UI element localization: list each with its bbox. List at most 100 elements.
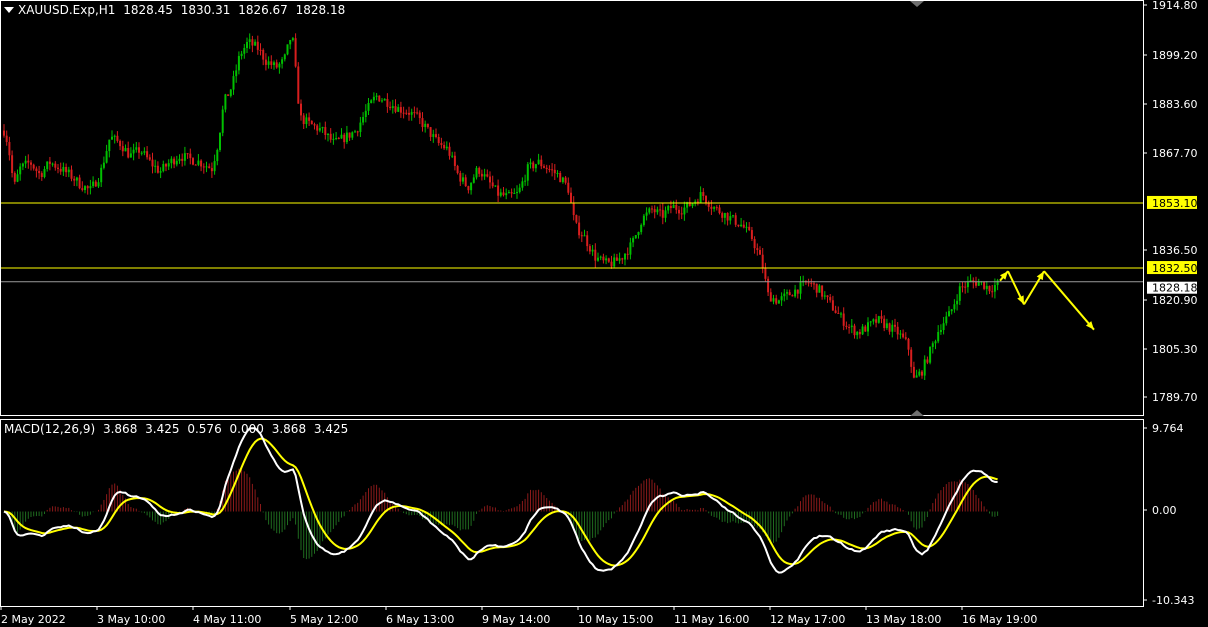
candle-body xyxy=(529,162,532,165)
candle-body xyxy=(24,160,27,164)
candle-body xyxy=(235,70,238,77)
candle-body xyxy=(710,206,713,209)
candle-body xyxy=(653,209,656,213)
candle-body xyxy=(556,172,559,174)
macd-value-4: 0.000 xyxy=(229,422,264,436)
candle-body xyxy=(283,54,286,60)
candle-body xyxy=(745,226,748,228)
candle-body xyxy=(259,49,262,51)
candle-body xyxy=(578,222,581,236)
candle-body xyxy=(297,66,300,104)
candle-body xyxy=(651,208,653,210)
candle-body xyxy=(16,174,19,182)
candle-body xyxy=(767,278,770,293)
time-label: 10 May 15:00 xyxy=(578,613,653,626)
candle-body xyxy=(699,192,702,203)
candle-body xyxy=(13,173,16,182)
candle-body xyxy=(796,289,799,294)
level-price-label-2: 1832.50 xyxy=(1152,262,1198,275)
candle-body xyxy=(356,131,359,133)
candle-body xyxy=(858,331,861,335)
candle-body xyxy=(435,134,437,137)
shift-marker-bottom xyxy=(910,410,924,416)
candle-body xyxy=(637,232,640,236)
candle-body xyxy=(305,117,308,125)
candle-body xyxy=(726,213,729,221)
candle-body xyxy=(318,128,321,131)
candle-body xyxy=(956,300,959,305)
candle-body xyxy=(192,158,194,165)
candle-body xyxy=(713,207,716,209)
candle-body xyxy=(645,212,648,216)
candle-body xyxy=(497,185,500,196)
price-info: XAUUSD.Exp,H1 1828.45 1830.31 1826.67 18… xyxy=(18,3,349,17)
candle-body xyxy=(121,146,124,152)
candle-body xyxy=(51,163,54,165)
candle-body xyxy=(270,61,273,65)
candle-body xyxy=(540,159,543,167)
candle-body xyxy=(553,169,556,174)
forecast-layer xyxy=(999,270,1095,331)
candle-body xyxy=(788,292,791,296)
candle-body xyxy=(151,159,154,167)
candle-body xyxy=(148,157,151,160)
candle-body xyxy=(86,186,89,189)
candle-body xyxy=(899,333,902,335)
candle-body xyxy=(399,107,402,113)
candle-body xyxy=(799,282,802,294)
price-panel-border xyxy=(0,0,1144,416)
candle-body xyxy=(732,215,734,217)
macd-value-5: 3.868 xyxy=(271,422,307,436)
candle-body xyxy=(216,149,219,162)
candle-body xyxy=(175,160,178,165)
candle-body xyxy=(300,103,302,116)
trading-chart[interactable]: 1914.80 1899.20 1883.60 1867.70 1836.50 1820.… xyxy=(0,0,1208,627)
candle-body xyxy=(864,326,867,332)
candle-body xyxy=(275,62,278,68)
candle-body xyxy=(329,133,332,140)
candle-body xyxy=(966,281,969,288)
candle-body xyxy=(443,144,446,149)
candle-body xyxy=(89,186,92,189)
candle-body xyxy=(3,130,5,136)
price-label: 1805.30 xyxy=(1152,343,1198,356)
symbol-menu-icon[interactable] xyxy=(4,7,14,13)
candle-body xyxy=(38,170,41,174)
price-axis: 1914.80 1899.20 1883.60 1867.70 1836.50 1820.… xyxy=(1143,0,1198,607)
candle-body xyxy=(429,127,432,137)
candle-body xyxy=(813,283,815,285)
candle-body xyxy=(227,94,230,96)
time-label: 11 May 16:00 xyxy=(674,613,749,626)
candle-body xyxy=(942,323,945,331)
candle-body xyxy=(683,207,686,215)
candle-body xyxy=(202,166,205,168)
candle-body xyxy=(629,242,632,255)
candle-body xyxy=(335,137,338,139)
candle-body xyxy=(915,375,918,378)
candle-body xyxy=(748,226,751,231)
candle-body xyxy=(183,153,186,161)
candle-body xyxy=(248,39,251,42)
candle-body xyxy=(294,38,297,67)
candle-body xyxy=(219,132,221,150)
candle-body xyxy=(945,316,948,324)
candle-body xyxy=(772,298,775,302)
candle-body xyxy=(364,110,367,118)
candle-body xyxy=(167,163,170,167)
time-label: 6 May 13:00 xyxy=(386,613,454,626)
candle-body xyxy=(678,209,680,214)
candle-body xyxy=(510,192,513,194)
candle-body xyxy=(764,268,767,279)
candle-body xyxy=(548,168,551,170)
candle-body xyxy=(410,112,413,115)
candle-body xyxy=(572,202,575,216)
candle-body xyxy=(610,261,613,267)
candle-body xyxy=(483,174,486,177)
candle-body xyxy=(705,195,707,203)
candle-body xyxy=(885,323,888,329)
candle-body xyxy=(840,313,842,315)
candle-body xyxy=(310,120,313,125)
candle-body xyxy=(742,224,745,228)
time-label: 9 May 14:00 xyxy=(482,613,550,626)
candle-body xyxy=(59,168,62,172)
